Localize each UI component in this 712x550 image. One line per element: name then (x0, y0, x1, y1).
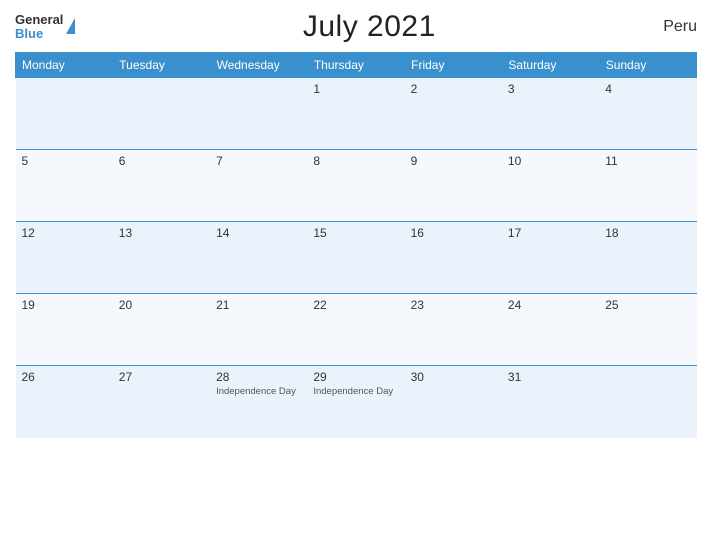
day-number: 25 (605, 298, 690, 312)
table-row: 12 (16, 222, 113, 294)
logo: General Blue (15, 13, 75, 42)
day-number: 16 (411, 226, 496, 240)
table-row (113, 78, 210, 150)
table-row: 30 (405, 366, 502, 438)
table-row: 6 (113, 150, 210, 222)
country-label: Peru (663, 18, 697, 36)
table-row (16, 78, 113, 150)
week-row-5: 26 27 28 Independence Day 29 Independence Day… (16, 366, 697, 438)
table-row: 2 (405, 78, 502, 150)
table-row: 9 (405, 150, 502, 222)
table-row: 7 (210, 150, 307, 222)
table-row: 15 (307, 222, 404, 294)
table-row: 10 (502, 150, 599, 222)
day-number: 26 (22, 370, 107, 384)
table-row: 23 (405, 294, 502, 366)
logo-blue-text: Blue (15, 27, 63, 41)
table-row: 11 (599, 150, 696, 222)
day-number: 14 (216, 226, 301, 240)
day-number: 6 (119, 154, 204, 168)
col-thursday: Thursday (307, 53, 404, 78)
table-row: 27 (113, 366, 210, 438)
day-number: 12 (22, 226, 107, 240)
day-number: 9 (411, 154, 496, 168)
week-row-1: 1234 (16, 78, 697, 150)
day-number: 5 (22, 154, 107, 168)
week-row-3: 12 13 14 15 16 17 18 (16, 222, 697, 294)
table-row: 4 (599, 78, 696, 150)
day-number: 31 (508, 370, 593, 384)
week-row-4: 19 20 21 22 23 24 25 (16, 294, 697, 366)
day-number: 24 (508, 298, 593, 312)
col-sunday: Sunday (599, 53, 696, 78)
day-number: 29 (313, 370, 398, 384)
event-label: Independence Day (313, 386, 398, 397)
day-number: 20 (119, 298, 204, 312)
day-number: 8 (313, 154, 398, 168)
day-number: 7 (216, 154, 301, 168)
event-label: Independence Day (216, 386, 301, 397)
day-number: 10 (508, 154, 593, 168)
day-number: 30 (411, 370, 496, 384)
col-monday: Monday (16, 53, 113, 78)
table-row: 5 (16, 150, 113, 222)
day-number: 3 (508, 82, 593, 96)
day-number: 27 (119, 370, 204, 384)
calendar-header: General Blue July 2021 Peru (15, 10, 697, 44)
table-row: 13 (113, 222, 210, 294)
day-number: 11 (605, 154, 690, 168)
table-row: 28 Independence Day (210, 366, 307, 438)
table-row: 26 (16, 366, 113, 438)
day-number: 22 (313, 298, 398, 312)
col-friday: Friday (405, 53, 502, 78)
day-number: 13 (119, 226, 204, 240)
col-tuesday: Tuesday (113, 53, 210, 78)
table-row: 1 (307, 78, 404, 150)
day-number: 23 (411, 298, 496, 312)
month-title: July 2021 (303, 10, 436, 44)
table-row: 29 Independence Day (307, 366, 404, 438)
col-saturday: Saturday (502, 53, 599, 78)
day-number: 17 (508, 226, 593, 240)
day-number: 21 (216, 298, 301, 312)
table-row: 22 (307, 294, 404, 366)
logo-general-text: General (15, 13, 63, 27)
table-row: 31 (502, 366, 599, 438)
table-row: 14 (210, 222, 307, 294)
table-row (210, 78, 307, 150)
table-row: 3 (502, 78, 599, 150)
table-row: 24 (502, 294, 599, 366)
day-number: 18 (605, 226, 690, 240)
table-row: 16 (405, 222, 502, 294)
table-row: 17 (502, 222, 599, 294)
day-number: 2 (411, 82, 496, 96)
col-wednesday: Wednesday (210, 53, 307, 78)
table-row (599, 366, 696, 438)
calendar-table: Monday Tuesday Wednesday Thursday Friday… (15, 52, 697, 438)
table-row: 25 (599, 294, 696, 366)
logo-triangle-icon (66, 18, 75, 34)
week-row-2: 56789 10 11 (16, 150, 697, 222)
day-number: 28 (216, 370, 301, 384)
table-row: 21 (210, 294, 307, 366)
table-row: 20 (113, 294, 210, 366)
day-number: 4 (605, 82, 690, 96)
table-row: 19 (16, 294, 113, 366)
day-number: 19 (22, 298, 107, 312)
table-row: 8 (307, 150, 404, 222)
day-number: 1 (313, 82, 398, 96)
weekday-header-row: Monday Tuesday Wednesday Thursday Friday… (16, 53, 697, 78)
day-number: 15 (313, 226, 398, 240)
table-row: 18 (599, 222, 696, 294)
calendar-container: General Blue July 2021 Peru Monday Tuesd… (0, 0, 712, 550)
